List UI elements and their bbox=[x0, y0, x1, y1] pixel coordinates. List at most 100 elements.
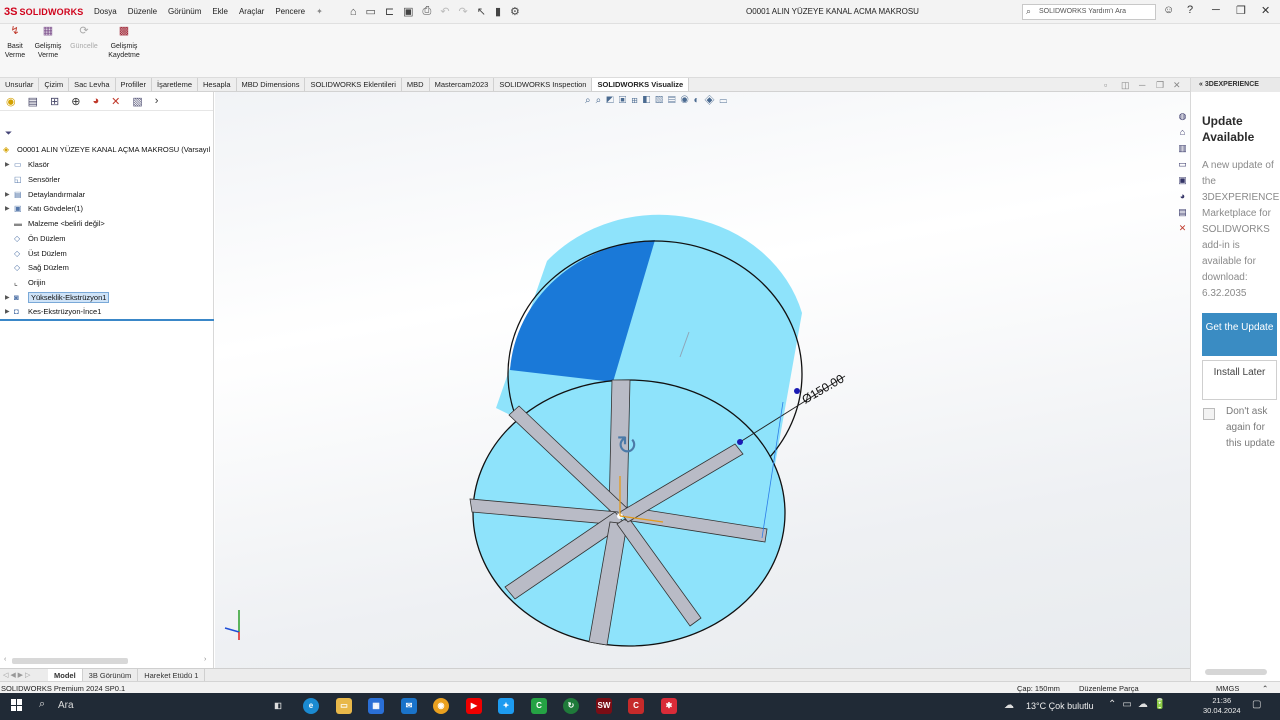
user-icon[interactable]: ☺ bbox=[1163, 4, 1174, 16]
tree-item-yukseklik-ekstruzyon1[interactable]: ▶ ◙ Yükseklik-Ekstrüzyon1 bbox=[5, 292, 110, 303]
tab-mbd[interactable]: MBD bbox=[402, 78, 430, 91]
rotate-icon[interactable]: ↻ bbox=[616, 431, 638, 461]
tab-mastercam2023[interactable]: Mastercam2023 bbox=[430, 78, 495, 91]
tree-item-malzeme[interactable]: ▬ Malzeme <belirli değil> bbox=[5, 219, 105, 228]
system-tray-icons[interactable]: ⌃▭☁🔋 bbox=[1108, 699, 1172, 710]
mail-icon[interactable]: ✉ bbox=[401, 698, 417, 714]
tile-icon[interactable]: ▫ bbox=[1104, 80, 1107, 90]
select-arrow-icon[interactable]: ↖ bbox=[477, 5, 486, 18]
basic-render-button[interactable]: ↯ Basit Verme bbox=[4, 26, 26, 60]
tree-item-sensorler[interactable]: ◱ Sensörler bbox=[5, 175, 60, 184]
tab-sac-levha[interactable]: Sac Levha bbox=[69, 78, 116, 91]
home-icon[interactable]: ⌂ bbox=[350, 6, 357, 18]
menu-item-ekle[interactable]: Ekle bbox=[212, 7, 228, 16]
advanced-render-button[interactable]: ▦ Gelişmiş Verme bbox=[33, 26, 63, 60]
tree-item-kes-ekstruzyon-ince1[interactable]: ▶ ◘ Kes-Ekstrüzyon-İnce1 bbox=[5, 307, 101, 316]
task-pane-scrollbar[interactable] bbox=[1205, 669, 1267, 675]
custom-properties-icon[interactable]: ▤ bbox=[1174, 207, 1191, 223]
tree-item-on-duzlem[interactable]: ◇ Ön Düzlem bbox=[5, 234, 66, 243]
youtube-icon[interactable]: ▶ bbox=[466, 698, 482, 714]
restore-icon[interactable]: ❐ bbox=[1236, 4, 1246, 17]
menu-item-pencere[interactable]: Pencere bbox=[275, 7, 305, 16]
twitter-icon[interactable]: ✦ bbox=[498, 698, 514, 714]
view-palette-icon[interactable]: ▣ bbox=[1174, 175, 1191, 191]
taskbar-search[interactable] bbox=[26, 699, 86, 715]
split-icon[interactable]: ◫ bbox=[1121, 80, 1130, 91]
graphics-area[interactable]: ⌕⌕◩▣⊞◧▧▤◉◐◈▭ ↻ Ø150.00 bbox=[215, 92, 1190, 668]
tree-item-kati-govdeler[interactable]: ▶ ▣ Katı Gövdeler(1) bbox=[5, 204, 83, 213]
home-icon[interactable]: ⌂ bbox=[1174, 127, 1191, 143]
close-icon[interactable]: ✕ bbox=[1261, 4, 1270, 17]
3dexperience-header[interactable]: « 3DEXPERIENCE bbox=[1191, 78, 1280, 92]
get-update-button[interactable]: Get the Update bbox=[1202, 313, 1277, 356]
property-manager-icon[interactable]: ▤ bbox=[28, 95, 38, 108]
task-view-icon[interactable]: ◧ bbox=[270, 698, 286, 714]
configuration-manager-icon[interactable]: ⊞ bbox=[50, 95, 59, 108]
redo-icon[interactable]: ↷ bbox=[459, 5, 468, 18]
menu-item-araclar[interactable]: Araçlar bbox=[239, 7, 264, 16]
menu-item-duzenle[interactable]: Düzenle bbox=[128, 7, 157, 16]
minimize-icon[interactable]: ─ bbox=[1212, 4, 1220, 16]
chrome-icon[interactable]: ◉ bbox=[433, 698, 449, 714]
windows-start-icon[interactable] bbox=[11, 699, 23, 711]
dimxpert-icon[interactable]: ⊕ bbox=[71, 95, 80, 108]
library-icon[interactable]: ▥ bbox=[1174, 143, 1191, 159]
customize-status-icon[interactable]: ⌃ bbox=[1262, 684, 1268, 693]
help-search-input[interactable]: ⌕ SOLIDWORKS Yardım'ı Ara bbox=[1022, 4, 1156, 20]
tree-item-klasor[interactable]: ▶ ▭ Klasör bbox=[5, 160, 49, 169]
dont-ask-checkbox[interactable] bbox=[1203, 408, 1215, 420]
expand-arrow-icon[interactable]: ▶ bbox=[5, 308, 14, 315]
tab-hesapla[interactable]: Hesapla bbox=[198, 78, 237, 91]
scroll-thumb[interactable] bbox=[12, 658, 128, 664]
rollback-bar[interactable] bbox=[0, 319, 214, 321]
globe-icon[interactable]: ◍ bbox=[1174, 111, 1191, 127]
taskbar-clock[interactable]: 21:36 30.04.2024 bbox=[1203, 696, 1241, 716]
tab-unsurlar[interactable]: Unsurlar bbox=[0, 78, 40, 91]
camtasia-icon[interactable]: C bbox=[531, 698, 547, 714]
doc-close-icon[interactable]: ✕ bbox=[1173, 80, 1181, 91]
doc-restore-icon[interactable]: ❐ bbox=[1156, 80, 1164, 91]
store-icon[interactable]: ▦ bbox=[368, 698, 384, 714]
tab-solidworks-eklentileri[interactable]: SOLIDWORKS Eklentileri bbox=[305, 78, 402, 91]
sync-app-icon[interactable]: ↻ bbox=[563, 698, 579, 714]
tab-isaretleme[interactable]: İşaretleme bbox=[152, 78, 198, 91]
tab-profiller[interactable]: Profiller bbox=[116, 78, 152, 91]
new-file-icon[interactable]: ▭ bbox=[365, 5, 375, 18]
rebuild-icon[interactable]: ▮ bbox=[495, 5, 501, 18]
tree-horizontal-scrollbar[interactable]: ‹ › bbox=[4, 656, 210, 666]
install-later-button[interactable]: Install Later bbox=[1202, 360, 1277, 400]
expand-arrow-icon[interactable]: ▶ bbox=[5, 161, 14, 168]
expand-arrow-icon[interactable]: ▶ bbox=[5, 205, 14, 212]
mastercam-icon[interactable]: ▧ bbox=[132, 95, 142, 108]
menu-item-dosya[interactable]: Dosya bbox=[94, 7, 117, 16]
tab-navigation-arrows[interactable]: ◁ ◀ ▶ ▷ bbox=[0, 669, 48, 681]
edge-icon[interactable]: e bbox=[303, 698, 319, 714]
tab-solidworks-visualize[interactable]: SOLIDWORKS Visualize bbox=[592, 78, 690, 91]
tree-item-sag-duzlem[interactable]: ◇ Sağ Düzlem bbox=[5, 263, 69, 272]
open-folder-icon[interactable]: ⊏ bbox=[385, 5, 394, 18]
solidworks-logo[interactable]: 3S SOLIDWORKS bbox=[0, 6, 83, 18]
camworks-icon[interactable]: ✕ bbox=[111, 95, 120, 108]
app-c-icon[interactable]: C bbox=[628, 698, 644, 714]
appearances-icon[interactable]: ◕ bbox=[1174, 191, 1191, 207]
tree-root[interactable]: ◈ O0001 ALIN YÜZEYE KANAL AÇMA MAKROSU (… bbox=[3, 145, 210, 154]
weather-status[interactable]: 13°C Çok bulutlu bbox=[1026, 701, 1094, 711]
save-icon[interactable]: ▣ bbox=[403, 5, 413, 18]
display-manager-icon[interactable]: ◕ bbox=[92, 95, 99, 107]
update-button[interactable]: ⟳ Güncelle bbox=[67, 26, 101, 51]
tab-model[interactable]: Model bbox=[48, 669, 83, 681]
tree-item-detaylandirmalar[interactable]: ▶ ▤ Detaylandırmalar bbox=[5, 190, 85, 199]
print-icon[interactable]: ⎙ bbox=[423, 5, 432, 18]
options-gear-icon[interactable]: ⚙ bbox=[510, 5, 520, 18]
help-icon[interactable]: ? bbox=[1187, 4, 1193, 16]
scroll-right-icon[interactable]: › bbox=[204, 656, 206, 663]
tree-item-orijin[interactable]: ⌞ Orijin bbox=[5, 278, 46, 287]
file-explorer-icon[interactable]: ▭ bbox=[336, 698, 352, 714]
model-3d-view[interactable]: ↻ Ø150.00 bbox=[215, 92, 1190, 668]
doc-minimize-icon[interactable]: ─ bbox=[1139, 80, 1145, 90]
diameter-dimension[interactable]: Ø150.00 bbox=[800, 371, 847, 406]
folder-icon[interactable]: ▭ bbox=[1174, 159, 1191, 175]
tab-solidworks-inspection[interactable]: SOLIDWORKS Inspection bbox=[494, 78, 593, 91]
expand-arrow-icon[interactable]: ▶ bbox=[5, 191, 14, 198]
mastercam-icon[interactable]: ✱ bbox=[661, 698, 677, 714]
